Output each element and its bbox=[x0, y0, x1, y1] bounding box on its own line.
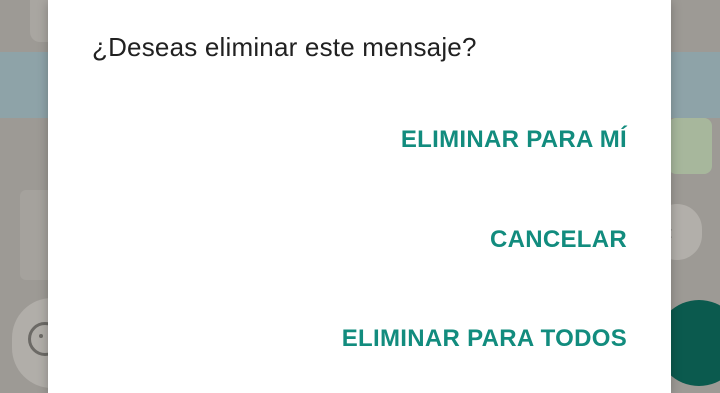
delete-for-me-button[interactable]: ELIMINAR PARA MÍ bbox=[401, 126, 627, 154]
chat-message-bubble-outgoing bbox=[668, 118, 712, 174]
delete-message-dialog: ¿Deseas eliminar este mensaje? ELIMINAR … bbox=[48, 0, 671, 393]
delete-for-everyone-button[interactable]: ELIMINAR PARA TODOS bbox=[342, 325, 627, 353]
dialog-title: ¿Deseas eliminar este mensaje? bbox=[92, 32, 477, 62]
cancel-button[interactable]: CANCELAR bbox=[490, 226, 627, 254]
